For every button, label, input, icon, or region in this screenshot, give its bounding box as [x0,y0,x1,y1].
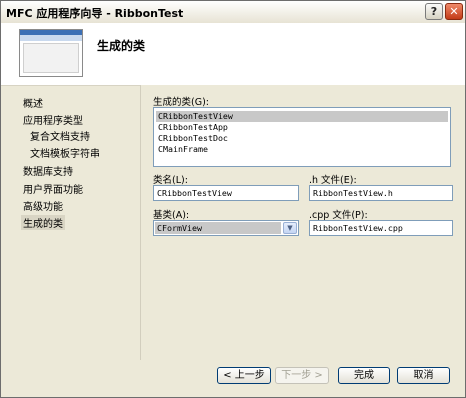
list-item[interactable]: CRibbonTestDoc [156,133,448,144]
nav-item-generated-classes[interactable]: 生成的类 [21,215,65,230]
help-button[interactable]: ? [425,3,443,20]
generated-classes-label: 生成的类(G): [153,97,209,108]
nav-item-doc-template[interactable]: 文档模板字符串 [30,145,100,160]
h-file-field[interactable]: RibbonTestView.h [309,185,453,201]
nav-item-database[interactable]: 数据库支持 [23,163,73,178]
nav-item-app-type[interactable]: 应用程序类型 [23,112,83,127]
generated-classes-list[interactable]: CRibbonTestView CRibbonTestApp CRibbonTe… [153,107,451,167]
nav-item-overview[interactable]: 概述 [23,95,43,110]
app-preview-image [19,29,83,77]
nav-item-ui-features[interactable]: 用户界面功能 [23,181,83,196]
nav-item-compound-doc[interactable]: 复合文档支持 [30,128,90,143]
button-bar: < 上一步 下一步 > 完成 取消 [1,360,465,397]
base-class-label: 基类(A): [153,210,190,221]
cpp-file-label: .cpp 文件(P): [309,210,368,221]
list-item[interactable]: CRibbonTestView [156,111,448,122]
wizard-nav: 概述 应用程序类型 复合文档支持 文档模板字符串 数据库支持 用户界面功能 高级… [1,85,139,360]
cancel-button[interactable]: 取消 [397,367,450,384]
wizard-window: MFC 应用程序向导 - RibbonTest ? ✕ 生成的类 概述 应用程序… [0,0,466,398]
base-class-combobox[interactable]: CFormView ▼ [153,220,299,236]
list-item[interactable]: CRibbonTestApp [156,122,448,133]
list-item[interactable]: CMainFrame [156,144,448,155]
close-button[interactable]: ✕ [445,3,463,20]
prev-button[interactable]: < 上一步 [217,367,271,384]
nav-item-advanced[interactable]: 高级功能 [23,198,63,213]
class-name-label: 类名(L): [153,175,188,186]
page-title: 生成的类 [97,39,146,53]
h-file-label: .h 文件(E): [309,175,357,186]
chevron-down-icon[interactable]: ▼ [283,222,297,234]
cpp-file-field[interactable]: RibbonTestView.cpp [309,220,453,236]
wizard-banner: 生成的类 [1,23,465,86]
settings-panel: 生成的类(G): CRibbonTestView CRibbonTestApp … [140,85,465,360]
class-name-field[interactable]: CRibbonTestView [153,185,299,201]
next-button[interactable]: 下一步 > [275,367,329,384]
finish-button[interactable]: 完成 [338,367,390,384]
title-bar[interactable]: MFC 应用程序向导 - RibbonTest ? ✕ [1,1,465,24]
window-title: MFC 应用程序向导 - RibbonTest [6,7,184,20]
base-class-value: CFormView [155,222,281,234]
